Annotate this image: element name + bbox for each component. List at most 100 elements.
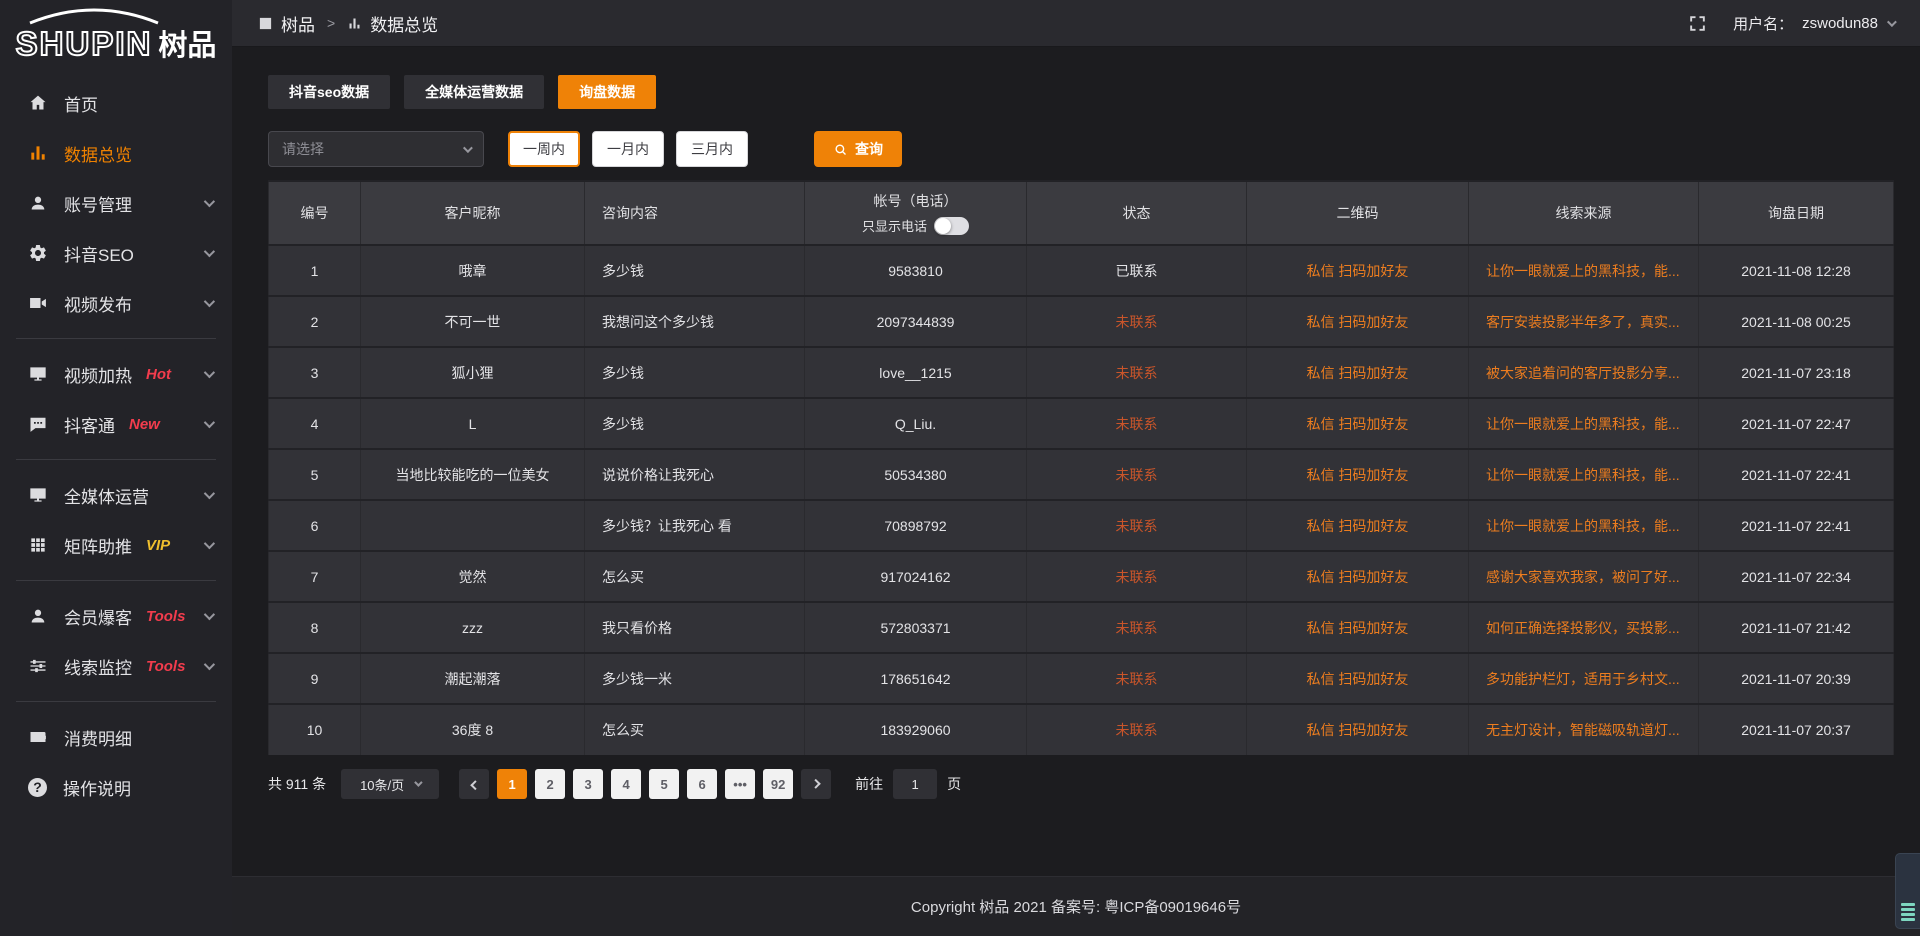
data-tabs: 抖音seo数据全媒体运营数据询盘数据 <box>268 75 1893 109</box>
qrcode-links[interactable]: 私信 扫码加好友 <box>1307 518 1409 534</box>
table-row: 2不可一世我想问这个多少钱2097344839未联系私信 扫码加好友客厅安装投影… <box>269 296 1894 347</box>
range-button-three-months[interactable]: 三月内 <box>676 131 748 167</box>
lead-source-link[interactable]: 让你一眼就爱上的黑科技，能... <box>1486 416 1680 432</box>
sidebar-item-operation-guide[interactable]: ? 操作说明 <box>0 762 232 812</box>
sidebar-item-account-management[interactable]: 账号管理 <box>0 178 232 228</box>
sidebar-item-doukaotong[interactable]: 抖客通New <box>0 399 232 449</box>
column-header-1: 客户昵称 <box>361 181 585 245</box>
sidebar-item-consume-detail[interactable]: 消费明细 <box>0 712 232 762</box>
page-button-3[interactable]: 3 <box>573 769 603 799</box>
sidebar-item-data-overview[interactable]: 数据总览 <box>0 128 232 178</box>
lead-source-link[interactable]: 感谢大家喜欢我家，被问了好... <box>1486 569 1680 585</box>
cell-account: 178651642 <box>880 671 950 687</box>
page-button-4[interactable]: 4 <box>611 769 641 799</box>
goto-page-input[interactable]: 1 <box>893 769 937 799</box>
prev-page-button[interactable] <box>459 769 489 799</box>
cell-content: 多少钱？让我死心 看 <box>602 518 732 534</box>
cell-nickname: 哦章 <box>459 263 487 279</box>
sidebar-item-douyin-seo[interactable]: 抖音SEO <box>0 228 232 278</box>
sidebar: SHUPIN树品 首页数据总览账号管理抖音SEO视频发布视频加热Hot抖客通Ne… <box>0 0 232 936</box>
sidebar-item-label: 会员爆客 <box>64 604 132 629</box>
qrcode-links[interactable]: 私信 扫码加好友 <box>1307 671 1409 687</box>
cell-number: 5 <box>311 467 319 483</box>
chevron-left-icon <box>470 780 480 790</box>
column-header-label: 咨询内容 <box>602 205 658 221</box>
qrcode-links[interactable]: 私信 扫码加好友 <box>1307 314 1409 330</box>
table-row: 1哦章多少钱9583810已联系私信 扫码加好友让你一眼就爱上的黑科技，能...… <box>269 245 1894 296</box>
lead-source-link[interactable]: 多功能护栏灯，适用于乡村文... <box>1486 671 1680 687</box>
column-header-2: 咨询内容 <box>585 181 805 245</box>
wallet-icon <box>28 727 48 747</box>
cell-nickname: 36度 8 <box>452 722 493 738</box>
qrcode-links[interactable]: 私信 扫码加好友 <box>1307 620 1409 636</box>
page-button-•••[interactable]: ••• <box>725 769 755 799</box>
qrcode-links[interactable]: 私信 扫码加好友 <box>1307 263 1409 279</box>
cell-date: 2021-11-07 21:42 <box>1741 620 1851 636</box>
page-button-2[interactable]: 2 <box>535 769 565 799</box>
qrcode-links[interactable]: 私信 扫码加好友 <box>1307 722 1409 738</box>
page-button-6[interactable]: 6 <box>687 769 717 799</box>
filter-select[interactable]: 请选择 <box>268 131 484 167</box>
cell-content: 我想问这个多少钱 <box>602 314 714 330</box>
tab-media-operation-data[interactable]: 全媒体运营数据 <box>404 75 544 109</box>
lead-source-link[interactable]: 如何正确选择投影仪，买投影... <box>1486 620 1680 636</box>
lead-source-link[interactable]: 被大家追着问的客厅投影分享... <box>1486 365 1680 381</box>
pagination-total: 共 911 条 <box>268 774 326 794</box>
sidebar-menu: 首页数据总览账号管理抖音SEO视频发布视频加热Hot抖客通New 全媒体运营矩阵助… <box>0 78 232 812</box>
sidebar-item-member-baoke[interactable]: 会员爆客Tools <box>0 591 232 641</box>
next-page-button[interactable] <box>801 769 831 799</box>
sidebar-item-media-operation[interactable]: 全媒体运营 <box>0 470 232 520</box>
qrcode-links[interactable]: 私信 扫码加好友 <box>1307 416 1409 432</box>
column-header-6: 线索来源 <box>1469 181 1699 245</box>
column-header-label: 线索来源 <box>1556 205 1612 221</box>
lead-source-link[interactable]: 无主灯设计，智能磁吸轨道灯... <box>1486 722 1680 738</box>
cell-date: 2021-11-07 22:41 <box>1741 518 1851 534</box>
cell-date: 2021-11-07 22:41 <box>1741 467 1851 483</box>
tab-inquiry-data[interactable]: 询盘数据 <box>558 75 656 109</box>
page-button-92[interactable]: 92 <box>763 769 793 799</box>
cell-content: 说说价格让我死心 <box>602 467 714 483</box>
lead-source-link[interactable]: 客厅安装投影半年多了，真实... <box>1486 314 1680 330</box>
topbar: 树品 > 数据总览 用户名：zswodun88 <box>232 0 1920 47</box>
sidebar-item-label: 消费明细 <box>64 725 132 750</box>
page-button-1[interactable]: 1 <box>497 769 527 799</box>
cell-nickname: zzz <box>462 620 483 636</box>
page-size-value: 10条/页 <box>360 775 404 794</box>
question-icon: ? <box>28 778 47 797</box>
status-badge: 已联系 <box>1116 263 1158 279</box>
logo-arc-icon <box>26 5 162 25</box>
cell-account: 9583810 <box>888 263 943 279</box>
sidebar-item-home[interactable]: 首页 <box>0 78 232 128</box>
chevron-down-icon <box>204 488 215 499</box>
tab-douyin-seo-data[interactable]: 抖音seo数据 <box>268 75 390 109</box>
sidebar-item-label: 操作说明 <box>63 775 131 800</box>
sidebar-item-video-publish[interactable]: 视频发布 <box>0 278 232 328</box>
cell-date: 2021-11-08 00:25 <box>1741 314 1851 330</box>
lead-source-link[interactable]: 让你一眼就爱上的黑科技，能... <box>1486 518 1680 534</box>
range-button-one-month[interactable]: 一月内 <box>592 131 664 167</box>
breadcrumb-root[interactable]: 树品 <box>281 11 315 36</box>
sidebar-item-badge: VIP <box>146 537 170 554</box>
page-button-5[interactable]: 5 <box>649 769 679 799</box>
sidebar-item-lead-monitor[interactable]: 线索监控Tools <box>0 641 232 691</box>
phone-toggle[interactable] <box>934 217 969 235</box>
column-header-label: 状态 <box>1123 205 1151 221</box>
qrcode-links[interactable]: 私信 扫码加好友 <box>1307 569 1409 585</box>
page-size-select[interactable]: 10条/页 <box>341 769 439 799</box>
qrcode-links[interactable]: 私信 扫码加好友 <box>1307 467 1409 483</box>
cell-date: 2021-11-08 12:28 <box>1741 263 1851 279</box>
column-header-label: 二维码 <box>1337 205 1379 221</box>
floating-widget[interactable] <box>1895 853 1920 929</box>
sidebar-item-label: 抖客通 <box>64 412 115 437</box>
sidebar-item-matrix-boost[interactable]: 矩阵助推VIP <box>0 520 232 570</box>
cell-account: 183929060 <box>880 722 950 738</box>
fullscreen-icon[interactable] <box>1688 14 1707 33</box>
qrcode-links[interactable]: 私信 扫码加好友 <box>1307 365 1409 381</box>
range-button-one-week[interactable]: 一周内 <box>508 131 580 167</box>
lead-source-link[interactable]: 让你一眼就爱上的黑科技，能... <box>1486 467 1680 483</box>
sidebar-item-video-heat[interactable]: 视频加热Hot <box>0 349 232 399</box>
cell-content: 怎么买 <box>602 569 644 585</box>
lead-source-link[interactable]: 让你一眼就爱上的黑科技，能... <box>1486 263 1680 279</box>
user-menu[interactable]: 用户名：zswodun88 <box>1733 13 1894 34</box>
search-button[interactable]: 查询 <box>814 131 902 167</box>
